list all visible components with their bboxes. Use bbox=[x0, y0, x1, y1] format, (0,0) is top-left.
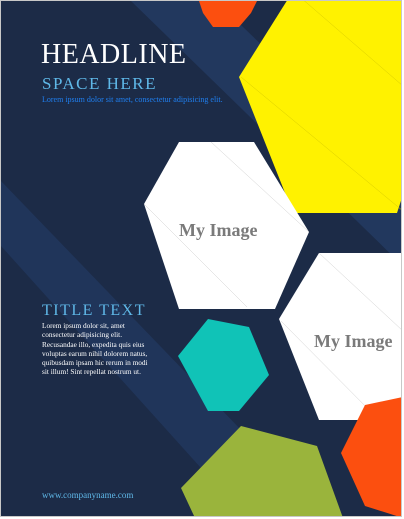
body-line: sit illum! Sint repellat nostrum ut. bbox=[42, 367, 141, 377]
section-title: TITLE TEXT bbox=[42, 302, 147, 319]
body-line: Recusandae illo, expedita quis eius bbox=[42, 339, 145, 349]
tagline: Lorem ipsum dolor sit amet, consectetur … bbox=[42, 95, 223, 104]
section-body: Lorem ipsum dolor sit, amet consectetur … bbox=[42, 321, 170, 377]
body-line: voluptas earum nihil dolorem natus, bbox=[42, 348, 148, 358]
body-line: Lorem ipsum dolor sit, amet bbox=[42, 321, 125, 330]
subheadline: SPACE HERE bbox=[42, 74, 157, 93]
body-line: consectetur adipisicing elit. bbox=[42, 330, 123, 340]
footer-website-link[interactable]: www.companyname.com bbox=[42, 490, 133, 501]
flyer-page: HEADLINE SPACE HERE Lorem ipsum dolor si… bbox=[0, 0, 402, 517]
image-placeholder-label-1: My Image bbox=[179, 220, 258, 240]
headline: HEADLINE bbox=[41, 39, 187, 70]
image-placeholder-label-2: My Image bbox=[314, 331, 393, 351]
body-line: quibusdam ipsam hic rerum in modi bbox=[42, 358, 148, 368]
